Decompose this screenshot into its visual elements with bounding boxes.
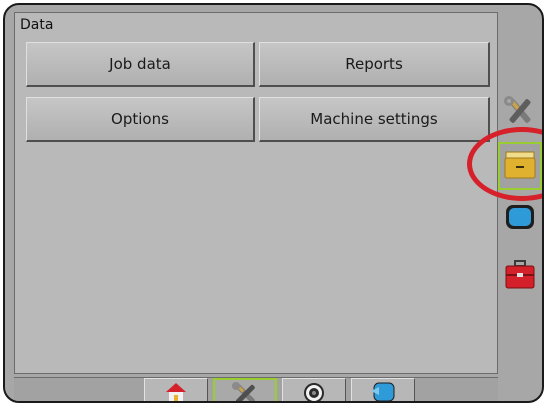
data-panel: Data Job data Reports Options Machine se…: [14, 12, 498, 374]
bottom-tab-tools[interactable]: [213, 378, 277, 401]
side-tab-data[interactable]: [498, 142, 542, 190]
reports-button[interactable]: Reports: [259, 42, 490, 87]
camera-lens-icon: [302, 381, 326, 401]
machine-settings-button[interactable]: Machine settings: [259, 97, 490, 142]
side-tab-screen[interactable]: [500, 197, 540, 241]
side-tab-tools[interactable]: [500, 91, 540, 135]
data-folder-icon: [503, 148, 537, 184]
panel-title: Data: [20, 17, 54, 33]
device-screen: Data Job data Reports Options Machine se…: [3, 3, 544, 403]
guidance-icon: [369, 381, 397, 401]
job-data-button[interactable]: Job data: [26, 42, 255, 87]
wrench-screwdriver-icon: [502, 95, 538, 131]
bottom-tab-home[interactable]: [144, 378, 208, 401]
home-icon: [164, 381, 188, 401]
toolbox-icon: [503, 258, 537, 296]
wrench-screwdriver-icon: [230, 382, 260, 401]
side-tab-toolbox[interactable]: [500, 255, 540, 299]
screen-icon: [503, 201, 537, 237]
bottom-tab-guidance[interactable]: [351, 378, 415, 401]
bottom-tab-view[interactable]: [282, 378, 346, 401]
options-button[interactable]: Options: [26, 97, 255, 142]
